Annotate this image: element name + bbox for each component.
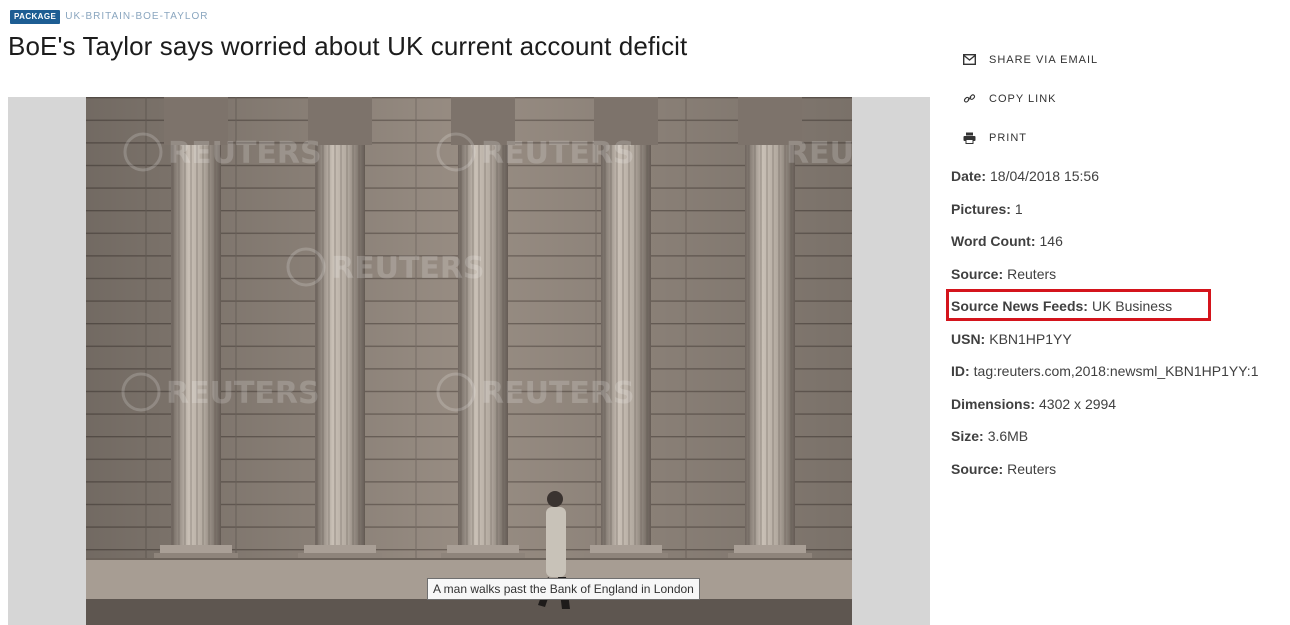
watermark-text: REUTERS [786, 136, 852, 171]
meta-value: 4302 x 2994 [1039, 395, 1117, 412]
meta-source-2: Source: Reuters [951, 453, 1286, 486]
copy-link-label: COPY LINK [989, 92, 1057, 105]
share-actions: SHARE VIA EMAIL COPY LINK PRINT [962, 40, 1098, 157]
package-kicker: PACKAGE UK-BRITAIN-BOE-TAYLOR [10, 10, 208, 24]
metadata-panel: Date: 18/04/2018 15:56 Pictures: 1 Word Co… [951, 160, 1286, 485]
meta-value: 18/04/2018 15:56 [990, 168, 1100, 185]
copy-link-button[interactable]: COPY LINK [962, 79, 1098, 118]
meta-key: Date: [951, 168, 987, 185]
meta-source: Source: Reuters [951, 258, 1286, 291]
headline: BoE's Taylor says worried about UK curre… [8, 31, 688, 61]
meta-value: 3.6MB [987, 428, 1029, 445]
link-icon [962, 92, 976, 106]
meta-value: 1 [1014, 200, 1023, 217]
envelope-icon [962, 53, 976, 67]
meta-value: tag:reuters.com,2018:newsml_KBN1HP1YY:1 [973, 363, 1259, 380]
meta-value: 146 [1039, 233, 1063, 250]
meta-key: ID: [951, 363, 970, 380]
meta-usn: USN: KBN1HP1YY [951, 323, 1286, 356]
meta-word-count: Word Count: 146 [951, 225, 1286, 258]
watermark-text: REUTERS [331, 251, 485, 286]
news-photo[interactable]: REUTERS REUTERS REUTERS REUTERS REUTERS … [86, 97, 852, 625]
story-slug[interactable]: UK-BRITAIN-BOE-TAYLOR [65, 11, 208, 23]
meta-dimensions: Dimensions: 4302 x 2994 [951, 388, 1286, 421]
meta-key: Word Count: [951, 233, 1036, 250]
watermark-text: REUTERS [481, 376, 635, 411]
print-button[interactable]: PRINT [962, 118, 1098, 157]
meta-key: Source: [951, 265, 1004, 282]
meta-value: KBN1HP1YY [989, 330, 1072, 347]
highlight-box [946, 289, 1211, 321]
printer-icon [962, 131, 976, 145]
share-via-email-label: SHARE VIA EMAIL [989, 53, 1099, 66]
image-caption-tooltip: A man walks past the Bank of England in … [427, 578, 700, 600]
meta-id: ID: tag:reuters.com,2018:newsml_KBN1HP1YY… [951, 355, 1286, 388]
share-via-email-button[interactable]: SHARE VIA EMAIL [962, 40, 1098, 79]
meta-date: Date: 18/04/2018 15:56 [951, 160, 1286, 193]
watermark-text: REUTERS [166, 376, 320, 411]
image-frame: REUTERS REUTERS REUTERS REUTERS REUTERS … [8, 97, 930, 625]
meta-value: Reuters [1007, 265, 1057, 282]
meta-size: Size: 3.6MB [951, 420, 1286, 453]
watermark-text: REUTERS [481, 136, 635, 171]
print-label: PRINT [989, 131, 1027, 144]
meta-key: USN: [951, 330, 986, 347]
meta-key: Pictures: [951, 200, 1011, 217]
watermark-text: REUTERS [168, 136, 322, 171]
meta-pictures: Pictures: 1 [951, 193, 1286, 226]
meta-key: Source: [951, 460, 1004, 477]
meta-value: Reuters [1007, 460, 1057, 477]
meta-key: Dimensions: [951, 395, 1036, 412]
meta-key: Size: [951, 428, 984, 445]
package-badge: PACKAGE [10, 10, 61, 24]
